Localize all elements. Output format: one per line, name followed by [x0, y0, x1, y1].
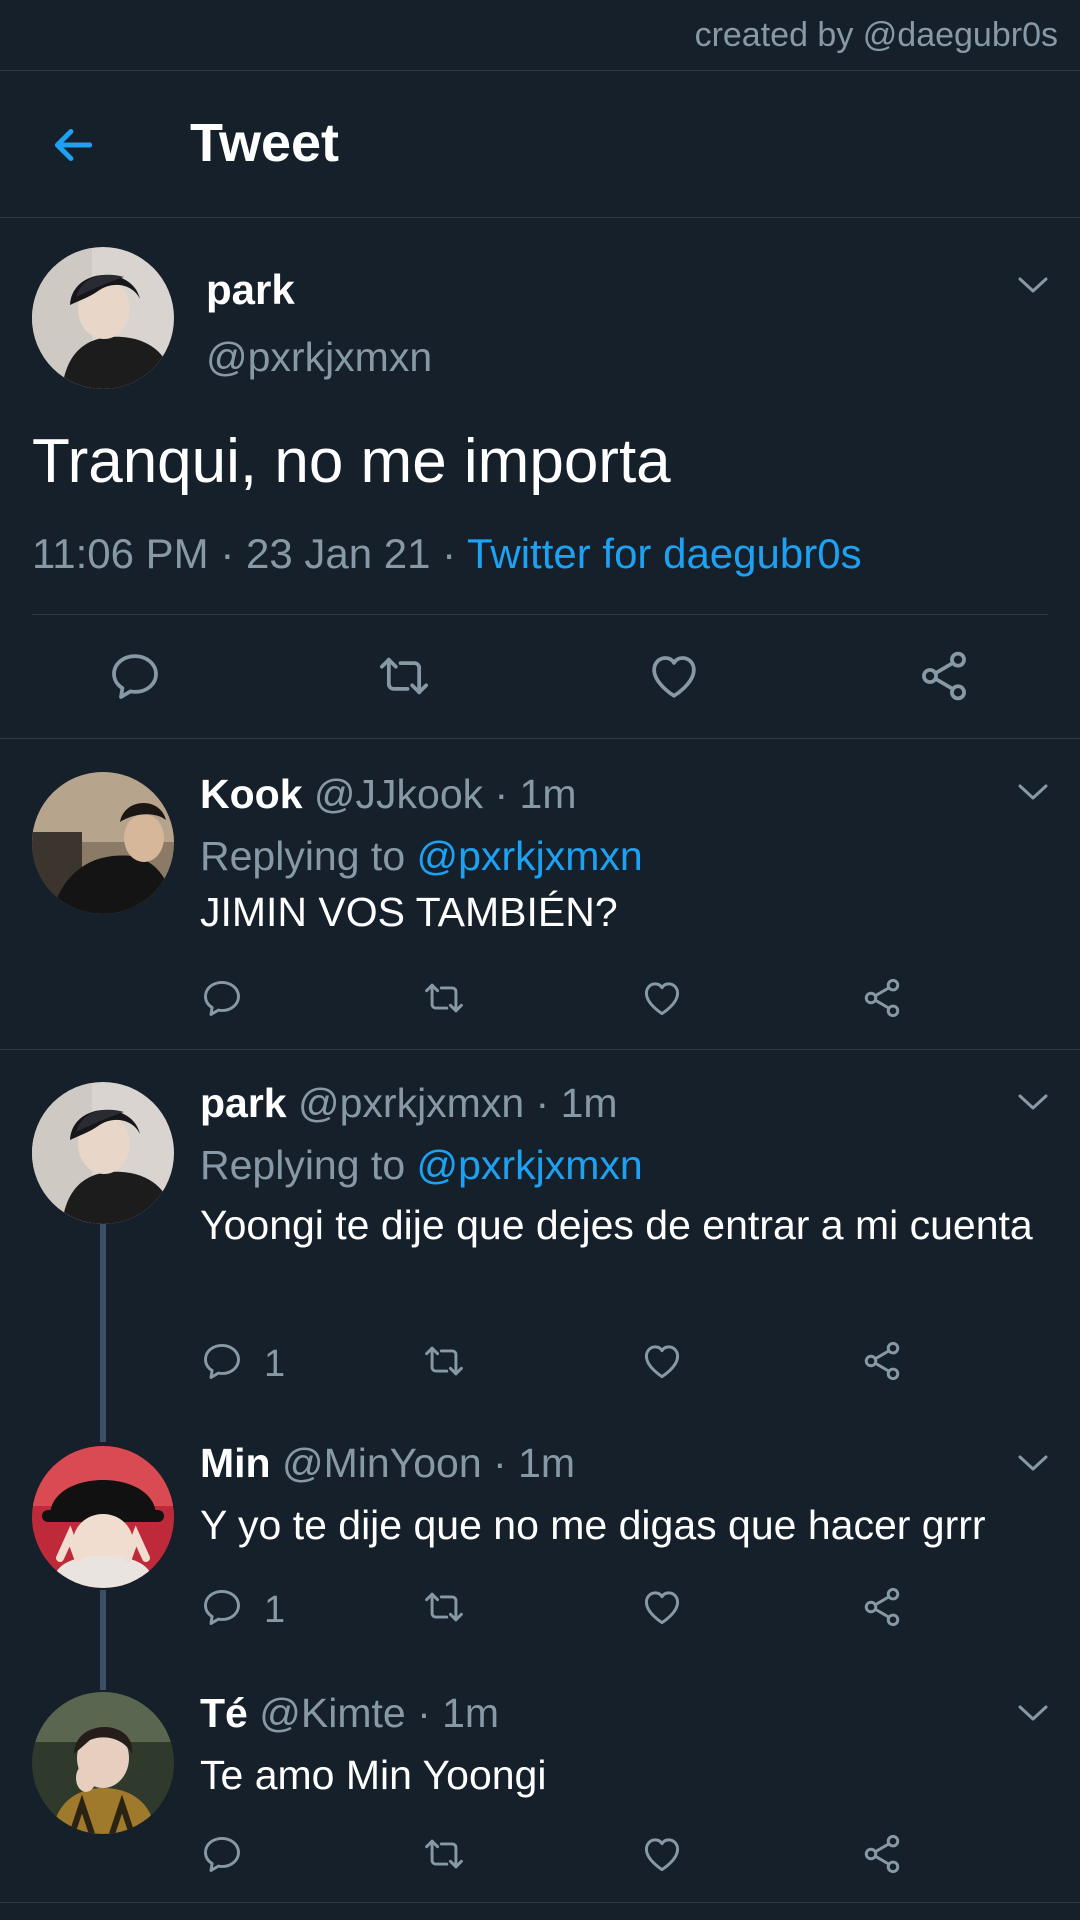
reply-item[interactable]: Té @Kimte · 1m Te amo Min Yoongi: [0, 1660, 1080, 1900]
retweet-icon[interactable]: [422, 1832, 466, 1876]
reply-header: park @pxrkjxmxn · 1m: [200, 1080, 618, 1127]
share-icon[interactable]: [916, 648, 972, 704]
arrow-left-icon[interactable]: [48, 120, 98, 170]
reply-text: Y yo te dije que no me digas que hacer g…: [200, 1502, 986, 1548]
replying-to-link[interactable]: @pxrkjxmxn: [417, 1142, 643, 1188]
replying-to-prefix: Replying to: [200, 1142, 417, 1188]
reply-icon[interactable]: [200, 1832, 244, 1876]
avatar[interactable]: [32, 1446, 174, 1588]
tweet-meta: 11:06 PM · 23 Jan 21 · Twitter for daegu…: [32, 530, 862, 578]
reply-icon[interactable]: [107, 648, 163, 704]
like-icon[interactable]: [640, 1339, 684, 1383]
reply-count: 1: [264, 1589, 286, 1631]
reply-item[interactable]: Min @MinYoon · 1m Y yo te dije que no me…: [0, 1412, 1080, 1662]
author-name: park: [206, 266, 295, 313]
replying-to: Replying to @pxrkjxmxn: [200, 833, 643, 880]
reply-item[interactable]: Kook @JJkook · 1m Replying to @pxrkjxmxn…: [0, 739, 1080, 1049]
retweet-icon[interactable]: [422, 976, 466, 1020]
reply-author-name: Kook: [200, 771, 303, 817]
page-title: Tweet: [190, 113, 340, 173]
divider: [0, 1902, 1080, 1903]
chevron-down-icon[interactable]: [1016, 781, 1050, 803]
main-tweet: park @pxrkjxmxn Tranqui, no me importa 1…: [0, 218, 1080, 739]
reply-text: JIMIN VOS TAMBIÉN?: [200, 889, 618, 935]
like-icon[interactable]: [640, 976, 684, 1020]
header: Tweet: [0, 70, 1080, 218]
reply-text: Yoongi te dije que dejes de entrar a mi …: [200, 1202, 1033, 1248]
replying-to-prefix: Replying to: [200, 833, 417, 879]
reply-item[interactable]: park @pxrkjxmxn · 1m Replying to @pxrkjx…: [0, 1050, 1080, 1450]
reply-text: Te amo Min Yoongi: [200, 1752, 547, 1798]
chevron-down-icon[interactable]: [1016, 1702, 1050, 1724]
reply-actions: 1: [200, 1339, 920, 1389]
replying-to-link[interactable]: @pxrkjxmxn: [417, 833, 643, 879]
reply-icon[interactable]: [200, 976, 244, 1020]
reply-actions: 1: [200, 1585, 920, 1635]
divider: [32, 614, 1048, 615]
reply-author-name: Min: [200, 1440, 271, 1486]
reply-actions: [200, 1832, 920, 1882]
reply-author-name: Té: [200, 1690, 248, 1736]
tweet-text: Tranqui, no me importa: [32, 427, 671, 496]
like-icon[interactable]: [640, 1832, 684, 1876]
reply-author-name: park: [200, 1080, 287, 1126]
avatar[interactable]: [32, 1692, 174, 1834]
reply-header: Té @Kimte · 1m: [200, 1690, 499, 1737]
retweet-icon[interactable]: [422, 1339, 466, 1383]
chevron-down-icon[interactable]: [1016, 274, 1050, 296]
author-handle: @pxrkjxmxn: [206, 334, 433, 380]
reply-header: Kook @JJkook · 1m: [200, 771, 577, 818]
retweet-icon[interactable]: [422, 1585, 466, 1629]
like-icon[interactable]: [646, 648, 702, 704]
reply-meta: @JJkook · 1m: [302, 771, 577, 817]
avatar[interactable]: [32, 1082, 174, 1224]
share-icon[interactable]: [860, 976, 904, 1020]
like-icon[interactable]: [640, 1585, 684, 1629]
reply-meta: @MinYoon · 1m: [270, 1440, 576, 1486]
share-icon[interactable]: [860, 1339, 904, 1383]
chevron-down-icon[interactable]: [1016, 1091, 1050, 1113]
retweet-icon[interactable]: [376, 648, 432, 704]
reply-header: Min @MinYoon · 1m: [200, 1440, 575, 1487]
share-icon[interactable]: [860, 1832, 904, 1876]
tweet-source-link[interactable]: Twitter for daegubr0s: [467, 530, 862, 577]
reply-actions: [200, 976, 920, 1026]
credit-text: created by @daegubr0s: [694, 16, 1058, 54]
reply-count: 1: [264, 1343, 286, 1385]
reply-icon[interactable]: [200, 1339, 244, 1383]
replying-to: Replying to @pxrkjxmxn: [200, 1142, 643, 1189]
avatar[interactable]: [32, 772, 174, 914]
reply-icon[interactable]: [200, 1585, 244, 1629]
tweet-time: 11:06 PM · 23 Jan 21 ·: [32, 530, 468, 577]
reply-meta: @Kimte · 1m: [247, 1690, 500, 1736]
share-icon[interactable]: [860, 1585, 904, 1629]
credit-bar: created by @daegubr0s: [0, 0, 1080, 71]
reply-meta: @pxrkjxmxn · 1m: [286, 1080, 618, 1126]
tweet-actions: [0, 648, 1080, 708]
avatar[interactable]: [32, 247, 174, 389]
chevron-down-icon[interactable]: [1016, 1452, 1050, 1474]
